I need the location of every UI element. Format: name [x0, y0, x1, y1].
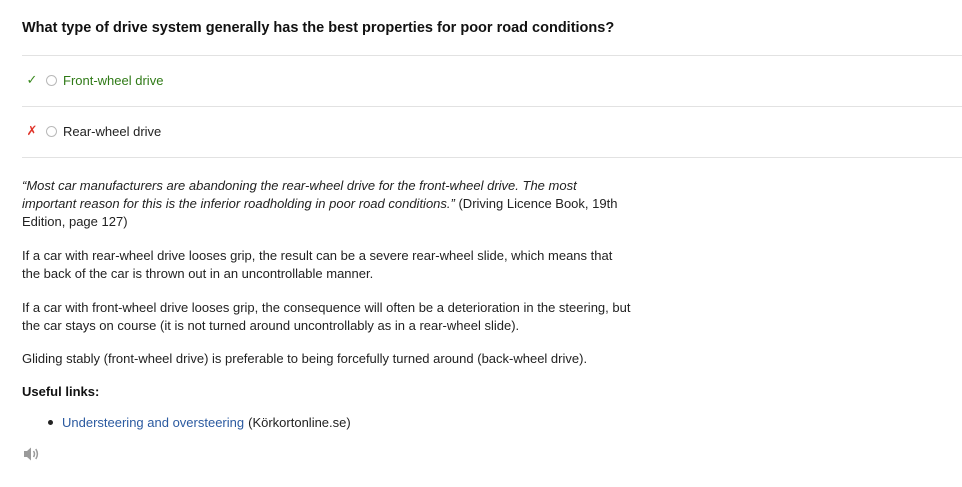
- radio-button[interactable]: [46, 125, 57, 137]
- explanation-quote: “Most car manufacturers are abandoning t…: [22, 177, 632, 231]
- check-icon: ✓: [26, 72, 38, 87]
- divider: [22, 106, 962, 107]
- divider: [22, 55, 962, 56]
- list-item: Understeering and oversteering (Körkorto…: [48, 415, 351, 430]
- question-text: What type of drive system generally has …: [22, 20, 615, 36]
- useful-links-heading: Useful links:: [22, 384, 100, 399]
- link-understeering[interactable]: Understeering and oversteering: [62, 415, 244, 430]
- link-source: (Körkortonline.se): [248, 415, 351, 430]
- answer-option-front-wheel[interactable]: ✓ Front-wheel drive: [22, 70, 164, 90]
- answer-option-rear-wheel[interactable]: ✗ Rear-wheel drive: [22, 121, 162, 141]
- speaker-icon[interactable]: [22, 446, 40, 462]
- divider: [22, 157, 962, 158]
- option-label[interactable]: Front-wheel drive: [63, 73, 163, 88]
- explanation-paragraph: If a car with front-wheel drive looses g…: [22, 300, 631, 333]
- radio-button[interactable]: [46, 74, 57, 86]
- explanation-paragraph: Gliding stably (front-wheel drive) is pr…: [22, 351, 588, 366]
- explanation-paragraph: If a car with rear-wheel drive looses gr…: [22, 248, 613, 281]
- option-label[interactable]: Rear-wheel drive: [63, 124, 161, 139]
- bullet: [48, 420, 53, 425]
- cross-icon: ✗: [26, 123, 38, 138]
